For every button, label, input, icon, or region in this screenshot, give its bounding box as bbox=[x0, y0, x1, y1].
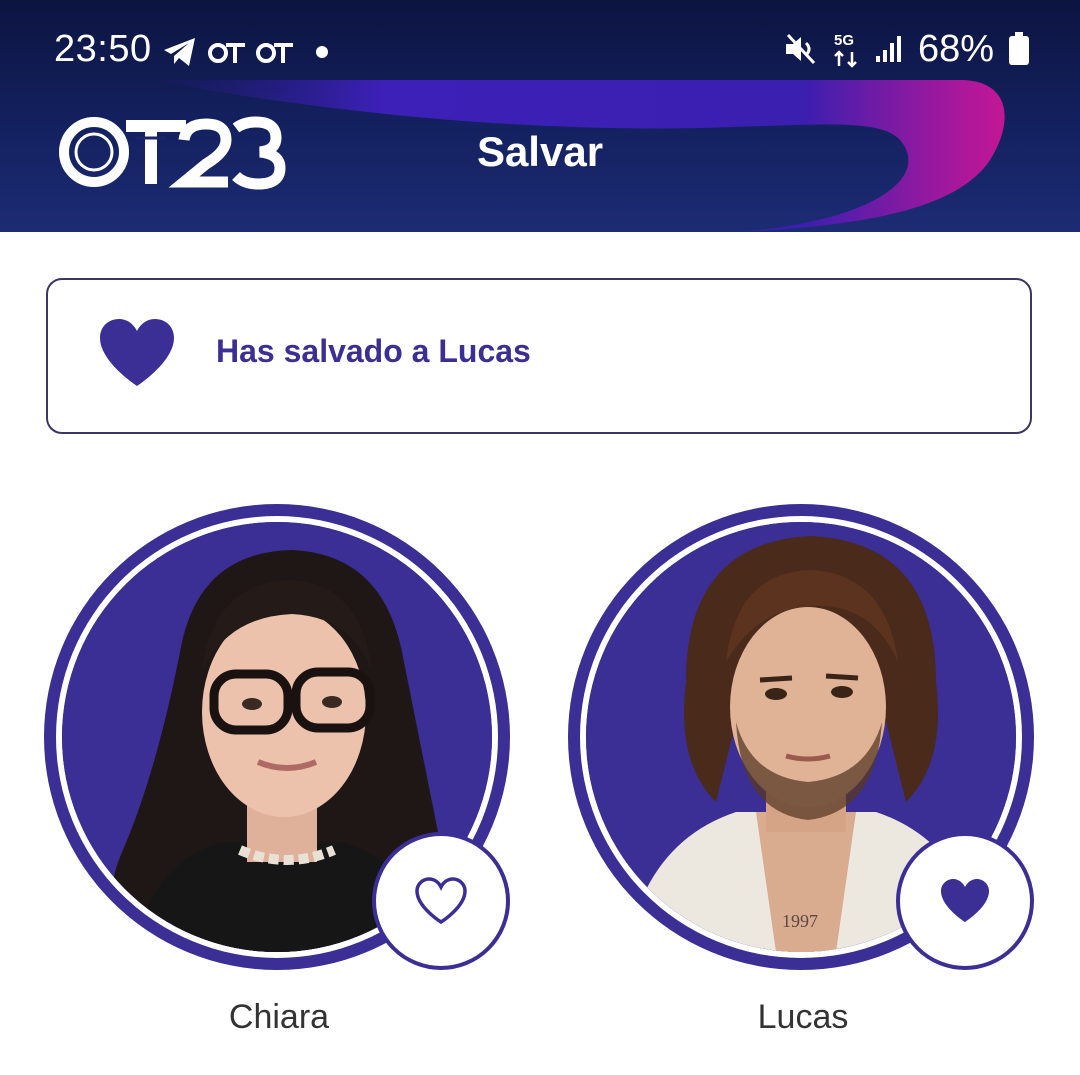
ot-notification-icon bbox=[256, 43, 293, 63]
5g-icon: 5G bbox=[834, 32, 857, 68]
heart-outline-icon bbox=[415, 877, 467, 925]
signal-icon bbox=[875, 36, 901, 62]
mute-icon bbox=[785, 33, 816, 65]
battery-percent: 68% bbox=[917, 27, 994, 70]
candidate-card-lucas[interactable]: 1997 Lucas bbox=[568, 504, 1038, 1044]
notification-icons bbox=[162, 34, 328, 70]
heart-filled-icon bbox=[941, 879, 989, 922]
page-title: Salvar bbox=[476, 128, 604, 175]
telegram-icon bbox=[164, 38, 195, 66]
dot-icon bbox=[316, 46, 328, 58]
status-time: 23:50 bbox=[54, 28, 152, 70]
battery-icon bbox=[1009, 32, 1029, 65]
ot-notification-icon bbox=[208, 43, 245, 63]
saved-message-text: Has salvado a Lucas bbox=[216, 333, 531, 369]
system-status-icons: 5G 68% bbox=[784, 26, 1030, 72]
svg-text:5G: 5G bbox=[834, 32, 854, 49]
heart-filled-icon bbox=[100, 319, 174, 386]
svg-text:1997: 1997 bbox=[782, 911, 818, 931]
candidate-name: Chiara bbox=[228, 998, 330, 1036]
candidate-name: Lucas bbox=[757, 998, 849, 1036]
candidate-card-chiara[interactable]: Chiara bbox=[44, 504, 514, 1044]
status-bar: 23:50 5G 68% bbox=[0, 0, 1080, 100]
saved-confirmation-card bbox=[46, 278, 1032, 434]
save-chiara-button[interactable] bbox=[372, 832, 510, 970]
save-lucas-button[interactable] bbox=[896, 832, 1034, 970]
app-header: 23:50 5G 68% Salvar bbox=[0, 0, 1080, 232]
